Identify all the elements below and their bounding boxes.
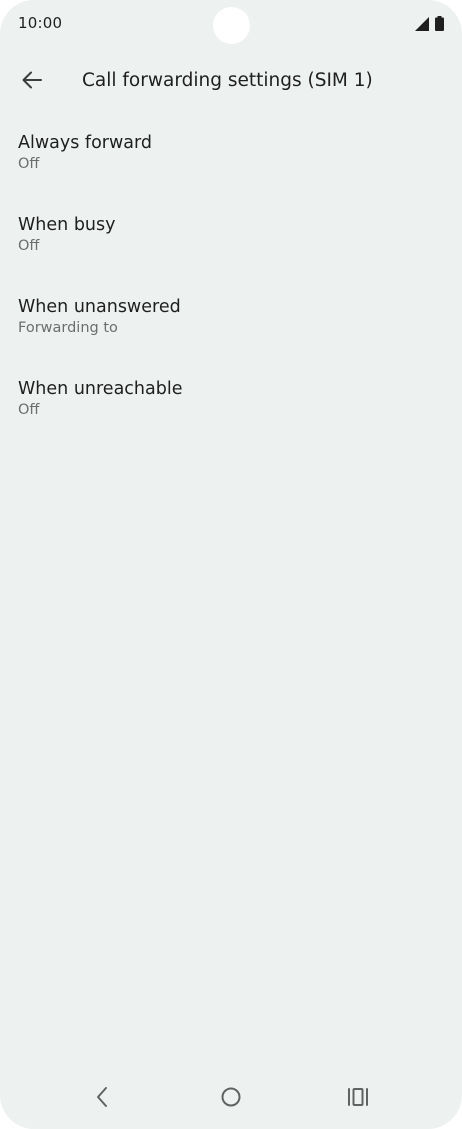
home-nav-icon [220, 1086, 242, 1112]
settings-list: Always forward Off When busy Off When un… [0, 122, 462, 450]
recents-nav-icon [347, 1087, 369, 1111]
setting-summary: Forwarding to [18, 320, 118, 336]
status-bar: 10:00 [0, 0, 462, 48]
back-nav-icon [95, 1086, 111, 1112]
page-title: Call forwarding settings (SIM 1) [82, 70, 373, 91]
nav-home-button[interactable] [207, 1075, 255, 1123]
status-time: 10:00 [18, 14, 63, 32]
camera-cutout [213, 7, 250, 44]
setting-when-busy[interactable]: When busy Off [0, 204, 462, 286]
navigation-bar [0, 1075, 462, 1129]
nav-recents-button[interactable] [334, 1075, 382, 1123]
app-bar: Call forwarding settings (SIM 1) [0, 56, 462, 108]
setting-when-unreachable[interactable]: When unreachable Off [0, 368, 462, 450]
arrow-back-icon [21, 69, 43, 95]
setting-title: When unanswered [18, 297, 181, 317]
battery-icon [435, 16, 444, 35]
setting-summary: Off [18, 402, 40, 418]
setting-always-forward[interactable]: Always forward Off [0, 122, 462, 204]
phone-screen: 10:00 Call forwarding settings (SIM 1) A… [0, 0, 462, 1129]
back-button[interactable] [12, 62, 52, 102]
setting-when-unanswered[interactable]: When unanswered Forwarding to [0, 286, 462, 368]
setting-title: When busy [18, 215, 116, 235]
setting-summary: Off [18, 156, 40, 172]
signal-icon [415, 16, 429, 35]
nav-back-button[interactable] [79, 1075, 127, 1123]
setting-title: Always forward [18, 133, 153, 153]
status-icons [415, 16, 444, 35]
setting-summary: Off [18, 238, 40, 254]
setting-title: When unreachable [18, 379, 183, 399]
